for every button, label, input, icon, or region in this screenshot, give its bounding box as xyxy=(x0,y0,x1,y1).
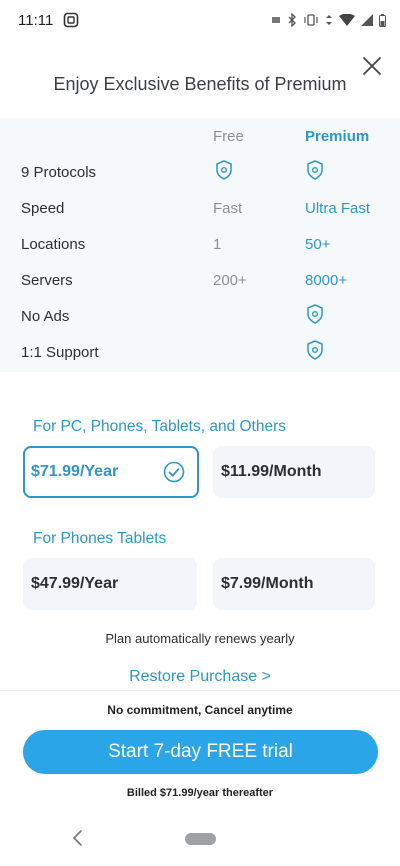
comparison-table: Free Premium 9 Protocols Speed Fast Ultr… xyxy=(0,118,400,372)
free-value: Fast xyxy=(213,199,243,217)
shield-check-icon xyxy=(215,160,233,184)
column-premium-header: Premium xyxy=(305,127,370,145)
plan-phone-yearly[interactable]: $47.99/Year xyxy=(23,558,197,610)
plan-price: $7.99/Month xyxy=(221,575,314,592)
data-arrows-icon xyxy=(326,15,332,25)
free-value: 200+ xyxy=(213,271,247,289)
plan-price: $47.99/Year xyxy=(31,575,119,592)
app-notification-icon xyxy=(64,12,79,28)
table-row: Servers 200+ 8000+ xyxy=(0,262,400,298)
start-trial-button[interactable]: Start 7-day FREE trial xyxy=(23,730,378,774)
plan-pc-monthly[interactable]: $11.99/Month xyxy=(213,446,375,498)
home-pill[interactable] xyxy=(185,833,216,845)
feature-label: Locations xyxy=(21,235,86,253)
cast-icon xyxy=(272,17,280,23)
plan-price: $11.99/Month xyxy=(221,463,322,480)
feature-label: 9 Protocols xyxy=(21,163,97,181)
shield-check-icon xyxy=(306,160,324,184)
no-commitment-note: No commitment, Cancel anytime xyxy=(107,703,293,717)
renew-note: Plan automatically renews yearly xyxy=(105,631,295,646)
feature-label: No Ads xyxy=(21,307,70,325)
feature-label: 1:1 Support xyxy=(21,343,99,361)
restore-purchase-link[interactable]: Restore Purchase > xyxy=(0,668,400,686)
premium-value: 50+ xyxy=(305,235,331,253)
shield-check-icon xyxy=(306,340,324,364)
free-value: 1 xyxy=(213,235,222,253)
checkmark-circle-icon xyxy=(163,461,185,483)
vibrate-icon xyxy=(304,14,318,26)
page-title: Enjoy Exclusive Benefits of Premium xyxy=(53,74,347,94)
plan-phone-monthly[interactable]: $7.99/Month xyxy=(213,558,375,610)
table-row: Speed Fast Ultra Fast xyxy=(0,190,400,226)
plan-pc-yearly[interactable]: $71.99/Year xyxy=(23,446,199,498)
phone-plans-title: For Phones Tablets xyxy=(33,530,167,547)
battery-icon xyxy=(379,13,386,27)
signal-icon xyxy=(361,14,373,26)
premium-value: 8000+ xyxy=(305,271,348,289)
feature-label: Servers xyxy=(21,271,73,289)
divider xyxy=(0,690,400,691)
table-row: Locations 1 50+ xyxy=(0,226,400,262)
status-time: 11:11 xyxy=(18,11,54,29)
premium-value: Ultra Fast xyxy=(305,199,371,217)
billing-note: Billed $71.99/year thereafter xyxy=(126,787,274,799)
bluetooth-icon xyxy=(288,13,296,27)
feature-label: Speed xyxy=(21,199,65,217)
start-trial-label: Start 7-day FREE trial xyxy=(108,741,293,762)
pc-plans-title: For PC, Phones, Tablets, and Others xyxy=(33,418,287,435)
status-bar: 11:11 xyxy=(0,0,400,40)
back-icon[interactable] xyxy=(70,828,86,848)
table-row: 1:1 Support xyxy=(0,334,400,370)
plan-price: $71.99/Year xyxy=(31,463,119,480)
table-header-row: Free Premium xyxy=(0,118,400,154)
shield-check-icon xyxy=(306,304,324,328)
table-row: No Ads xyxy=(0,298,400,334)
wifi-icon xyxy=(339,14,355,26)
column-free-header: Free xyxy=(213,127,244,145)
table-row: 9 Protocols xyxy=(0,154,400,190)
